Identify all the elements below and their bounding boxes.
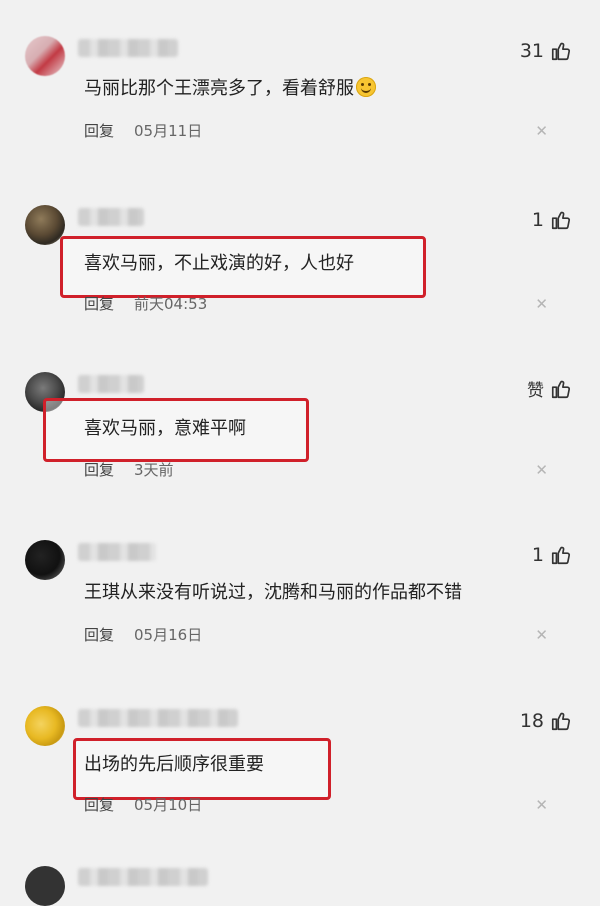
comment-meta: 回复 3天前 bbox=[84, 459, 174, 480]
username-blurred[interactable] bbox=[78, 709, 238, 727]
comment-item: 1 喜欢马丽，不止戏演的好，人也好 回复 前天04:53 ✕ bbox=[0, 205, 600, 373]
comment-date: 05月11日 bbox=[134, 122, 203, 140]
like-count: 18 bbox=[519, 710, 544, 732]
reply-button[interactable]: 回复 bbox=[84, 624, 114, 645]
username-blurred[interactable] bbox=[78, 39, 178, 57]
like-count: 31 bbox=[519, 40, 544, 62]
thumbs-up-icon bbox=[551, 546, 570, 565]
smile-emoji-icon bbox=[356, 77, 376, 97]
like-count: 1 bbox=[531, 209, 544, 231]
comment-item: 18 出场的先后顺序很重要 回复 05月10日 ✕ bbox=[0, 706, 600, 874]
close-icon[interactable]: ✕ bbox=[535, 796, 548, 814]
comment-text: 喜欢马丽，不止戏演的好，人也好 bbox=[84, 253, 354, 274]
reply-button[interactable]: 回复 bbox=[84, 794, 114, 815]
like-button[interactable]: 1 bbox=[532, 209, 572, 231]
comment-meta: 回复 05月16日 bbox=[84, 624, 202, 645]
reply-button[interactable]: 回复 bbox=[84, 120, 114, 141]
comment-text: 出场的先后顺序很重要 bbox=[84, 754, 264, 775]
username-blurred[interactable] bbox=[78, 208, 144, 226]
close-icon[interactable]: ✕ bbox=[535, 122, 548, 140]
like-button[interactable]: 1 bbox=[532, 544, 572, 566]
comment-date: 前天04:53 bbox=[134, 295, 208, 313]
avatar[interactable] bbox=[25, 36, 65, 76]
username-blurred[interactable] bbox=[78, 375, 144, 393]
like-button[interactable]: 18 bbox=[520, 710, 572, 732]
comment-text: 喜欢马丽，意难平啊 bbox=[84, 418, 246, 439]
close-icon[interactable]: ✕ bbox=[535, 295, 548, 313]
username-blurred[interactable] bbox=[78, 868, 208, 886]
like-label: 赞 bbox=[527, 381, 544, 401]
comment-date: 3天前 bbox=[134, 461, 174, 479]
close-icon[interactable]: ✕ bbox=[535, 461, 548, 479]
comment-date: 05月16日 bbox=[134, 626, 203, 644]
comment-meta: 回复 前天04:53 bbox=[84, 293, 207, 314]
comment-meta: 回复 05月11日 bbox=[84, 120, 202, 141]
comment-item: 31 马丽比那个王漂亮多了，看着舒服 回复 05月11日 ✕ bbox=[0, 36, 600, 204]
like-count: 1 bbox=[531, 544, 544, 566]
comment-meta: 回复 05月10日 bbox=[84, 794, 202, 815]
like-button[interactable]: 31 bbox=[520, 40, 572, 62]
avatar[interactable] bbox=[25, 706, 65, 746]
thumbs-up-icon bbox=[551, 42, 570, 61]
comment-item: 赞 喜欢马丽，意难平啊 回复 3天前 ✕ bbox=[0, 372, 600, 540]
like-button[interactable]: 赞 bbox=[527, 376, 572, 401]
avatar[interactable] bbox=[25, 540, 65, 580]
comment-text: 马丽比那个王漂亮多了，看着舒服 bbox=[84, 74, 376, 100]
username-blurred[interactable] bbox=[78, 543, 156, 561]
close-icon[interactable]: ✕ bbox=[535, 626, 548, 644]
comment-item: 1 王琪从来没有听说过，沈腾和马丽的作品都不错 回复 05月16日 ✕ bbox=[0, 540, 600, 708]
thumbs-up-icon bbox=[551, 712, 570, 731]
reply-button[interactable]: 回复 bbox=[84, 459, 114, 480]
reply-button[interactable]: 回复 bbox=[84, 293, 114, 314]
thumbs-up-icon bbox=[551, 380, 570, 398]
thumbs-up-icon bbox=[551, 211, 570, 230]
avatar[interactable] bbox=[25, 205, 65, 245]
avatar[interactable] bbox=[25, 866, 65, 906]
comment-text: 王琪从来没有听说过，沈腾和马丽的作品都不错 bbox=[84, 582, 462, 603]
comment-date: 05月10日 bbox=[134, 796, 203, 814]
